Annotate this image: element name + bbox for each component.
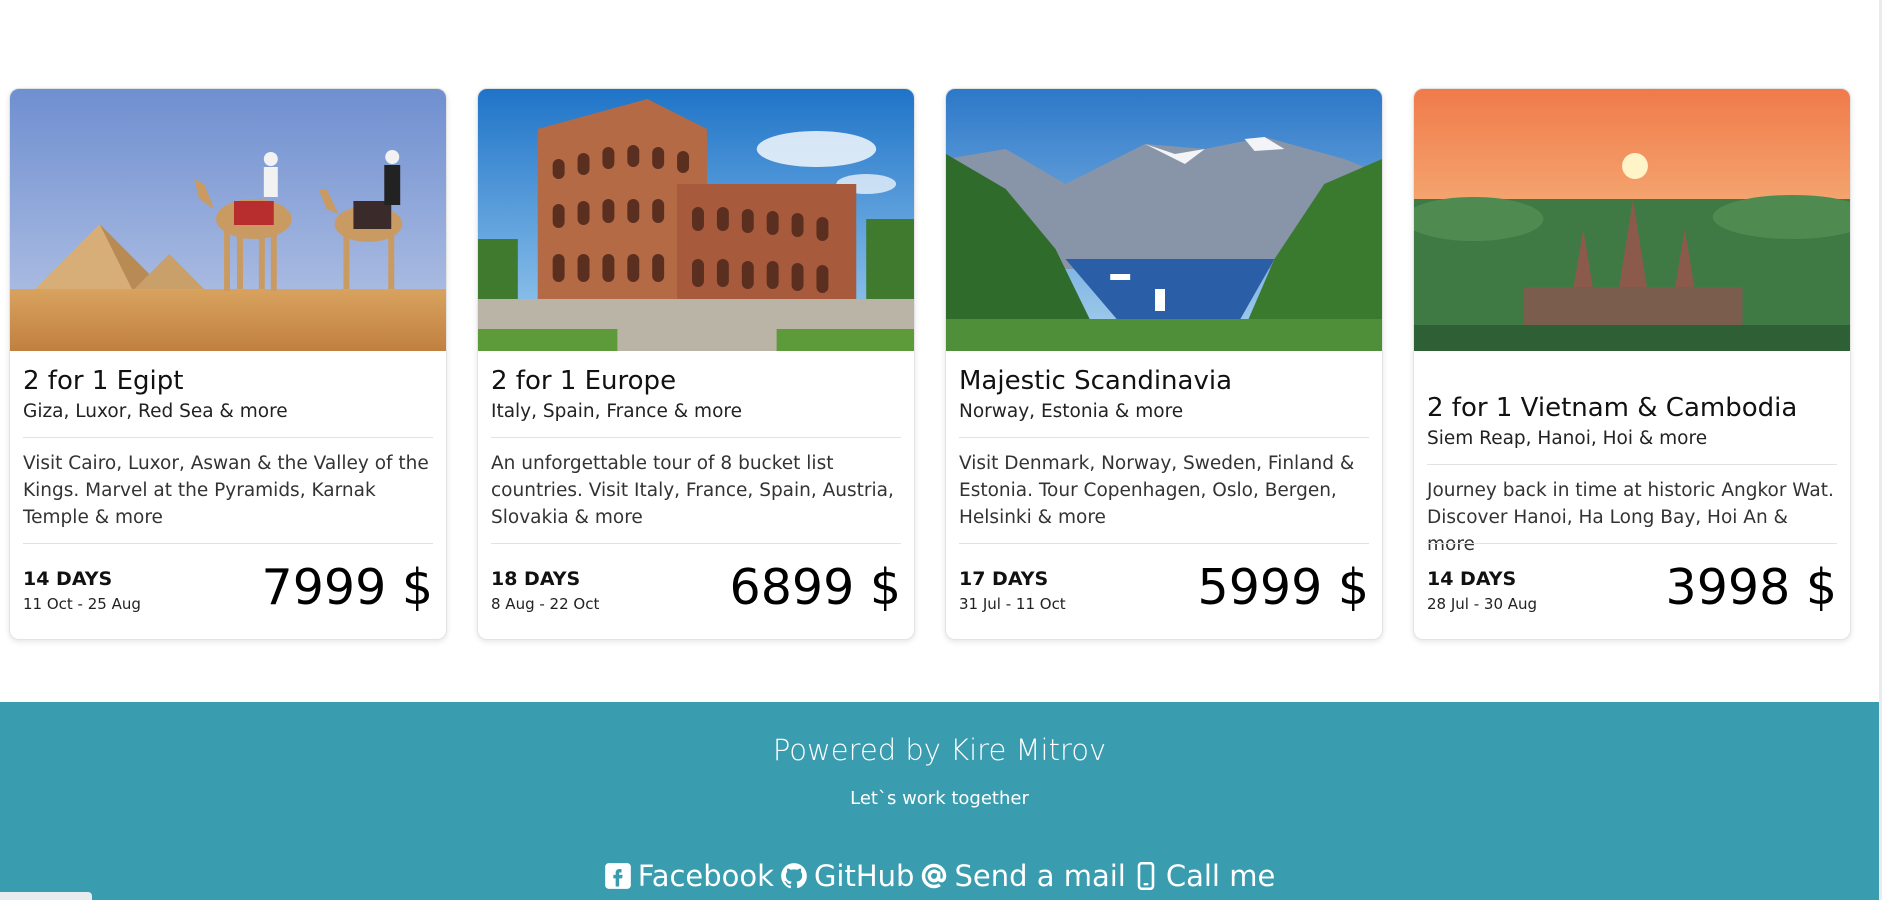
tour-dates: 28 Jul - 30 Aug bbox=[1427, 595, 1538, 613]
tour-price: 3998 $ bbox=[1665, 559, 1837, 616]
tour-subtitle: Italy, Spain, France & more bbox=[491, 401, 742, 422]
facebook-icon bbox=[604, 863, 631, 889]
divider bbox=[1427, 464, 1837, 465]
tour-title: 2 for 1 Vietnam & Cambodia bbox=[1427, 393, 1798, 423]
divider bbox=[959, 437, 1369, 438]
tour-photo-fjord bbox=[946, 89, 1382, 351]
footer-powered-by: Powered by Kire Mitrov bbox=[772, 733, 1107, 767]
mail-label: Send a mail bbox=[954, 859, 1126, 893]
tour-days: 14 DAYS bbox=[23, 568, 113, 590]
tour-photo-colosseum bbox=[478, 89, 914, 351]
phone-icon bbox=[1137, 862, 1155, 890]
tour-photo-angkor bbox=[1414, 89, 1850, 351]
call-label: Call me bbox=[1165, 859, 1276, 893]
footer-tagline: Let`s work together bbox=[850, 788, 1029, 809]
tour-description: An unforgettable tour of 8 bucket list c… bbox=[491, 453, 894, 528]
tour-days: 18 DAYS bbox=[491, 568, 581, 590]
tour-description: Journey back in time at historic Angkor … bbox=[1427, 480, 1834, 555]
site-footer: Powered by Kire Mitrov Let`s work togeth… bbox=[0, 702, 1879, 900]
tour-card[interactable]: Majestic Scandinavia Norway, Estonia & m… bbox=[945, 88, 1383, 640]
tour-card[interactable]: 2 for 1 Europe Italy, Spain, France & mo… bbox=[477, 88, 915, 640]
call-link[interactable]: Call me bbox=[1132, 858, 1275, 894]
tour-price: 6899 $ bbox=[729, 559, 901, 616]
tour-description: Visit Cairo, Luxor, Aswan & the Valley o… bbox=[23, 453, 429, 528]
facebook-link[interactable]: Facebook bbox=[604, 858, 774, 894]
status-tag bbox=[0, 892, 92, 900]
tour-title: 2 for 1 Egipt bbox=[23, 366, 184, 396]
tour-card[interactable]: 2 for 1 Egipt Giza, Luxor, Red Sea & mor… bbox=[9, 88, 447, 640]
tour-price: 5999 $ bbox=[1197, 559, 1369, 616]
tour-title: Majestic Scandinavia bbox=[959, 366, 1232, 396]
tour-description: Visit Denmark, Norway, Sweden, Finland &… bbox=[959, 453, 1355, 528]
tour-cards: 2 for 1 Egipt Giza, Luxor, Red Sea & mor… bbox=[9, 88, 1851, 640]
footer-links: Facebook GitHub Send a mail Call me bbox=[0, 858, 1879, 894]
github-label: GitHub bbox=[813, 859, 915, 893]
tour-title: 2 for 1 Europe bbox=[491, 366, 677, 396]
tour-days: 17 DAYS bbox=[959, 568, 1049, 590]
tour-price: 7999 $ bbox=[261, 559, 433, 616]
mail-link[interactable]: Send a mail bbox=[920, 858, 1126, 894]
facebook-label: Facebook bbox=[637, 859, 774, 893]
at-icon bbox=[922, 863, 947, 889]
tour-subtitle: Norway, Estonia & more bbox=[959, 401, 1184, 422]
tour-subtitle: Siem Reap, Hanoi, Hoi & more bbox=[1427, 428, 1708, 449]
tour-card[interactable]: 2 for 1 Vietnam & Cambodia Siem Reap, Ha… bbox=[1413, 88, 1851, 640]
tour-dates: 11 Oct - 25 Aug bbox=[23, 595, 141, 613]
tour-dates: 31 Jul - 11 Oct bbox=[959, 595, 1066, 613]
divider bbox=[23, 437, 433, 438]
github-link[interactable]: GitHub bbox=[780, 858, 915, 894]
tour-dates: 8 Aug - 22 Oct bbox=[491, 595, 600, 613]
tour-subtitle: Giza, Luxor, Red Sea & more bbox=[23, 401, 288, 422]
tour-photo-egypt bbox=[10, 89, 446, 351]
divider bbox=[491, 437, 901, 438]
tour-days: 14 DAYS bbox=[1427, 568, 1517, 590]
github-icon bbox=[781, 863, 807, 889]
